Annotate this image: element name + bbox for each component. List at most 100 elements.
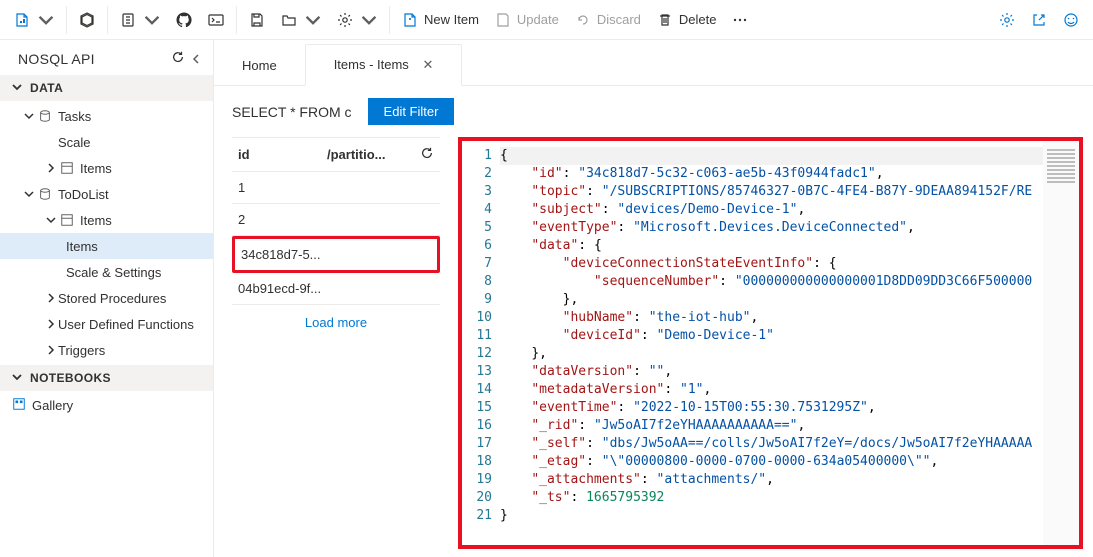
- tree-item-items[interactable]: Items: [0, 233, 213, 259]
- chevron-down-icon: [38, 12, 54, 28]
- tabs: Home Items - Items ✕: [214, 40, 1093, 86]
- item-list-header: id /partitio...: [232, 137, 440, 172]
- sidebar-refresh-button[interactable]: [171, 50, 185, 67]
- open-dropdown-button[interactable]: [273, 4, 329, 36]
- tree-label: Triggers: [58, 343, 105, 358]
- code-area[interactable]: { "id": "34c818d7-5c32-c063-ae5b-43f0944…: [500, 141, 1043, 545]
- chevron-down-icon: [12, 81, 24, 95]
- chevron-down-icon: [144, 12, 160, 28]
- tree-label: Items: [66, 239, 98, 254]
- refresh-list-button[interactable]: [420, 146, 434, 163]
- save-dropdown-button[interactable]: [241, 4, 273, 36]
- tree-label: Tasks: [58, 109, 91, 124]
- tree-label: User Defined Functions: [58, 317, 194, 332]
- tab-label: Home: [242, 58, 277, 73]
- tree-item-udf[interactable]: User Defined Functions: [0, 311, 213, 337]
- gallery-label: Gallery: [32, 398, 73, 413]
- tree-item-todolist-items[interactable]: Items: [0, 207, 213, 233]
- tree-item-triggers[interactable]: Triggers: [0, 337, 213, 363]
- tree-label: Scale & Settings: [66, 265, 161, 280]
- chevron-down-icon: [12, 371, 24, 385]
- editor-highlight: 123456789101112131415161718192021 { "id"…: [458, 137, 1083, 549]
- column-id[interactable]: id: [238, 147, 327, 162]
- main-pane: Home Items - Items ✕ SELECT * FROM c Edi…: [214, 40, 1093, 557]
- list-item[interactable]: 04b91ecd-9f...: [232, 273, 440, 305]
- settings-button[interactable]: [991, 4, 1023, 36]
- section-data[interactable]: DATA: [0, 75, 213, 101]
- database-icon: [36, 109, 54, 123]
- toolbar-divider: [389, 6, 390, 34]
- container-icon: [58, 161, 76, 175]
- notebook-dropdown-button[interactable]: [112, 4, 168, 36]
- tree: Tasks Scale Items ToDoList Items: [0, 101, 213, 365]
- delete-label: Delete: [679, 12, 717, 27]
- query-text: SELECT * FROM c: [232, 104, 352, 120]
- edit-filter-button[interactable]: Edit Filter: [368, 98, 455, 125]
- tree-item-scale-settings[interactable]: Scale & Settings: [0, 259, 213, 285]
- content-split: id /partitio... 1 2 34c818d7-5... 04b91e…: [214, 137, 1093, 557]
- sidebar: NOSQL API DATA Tasks Scale: [0, 40, 214, 557]
- tab-items[interactable]: Items - Items ✕: [305, 44, 463, 86]
- update-button[interactable]: Update: [487, 4, 567, 36]
- tree-label: Stored Procedures: [58, 291, 166, 306]
- chevron-down-icon: [22, 189, 36, 199]
- update-label: Update: [517, 12, 559, 27]
- close-icon[interactable]: ✕: [422, 57, 433, 72]
- tab-home[interactable]: Home: [214, 46, 305, 85]
- chevron-right-icon: [44, 293, 58, 303]
- discard-button[interactable]: Discard: [567, 4, 649, 36]
- tree-label: Items: [80, 213, 112, 228]
- sidebar-header: NOSQL API: [0, 40, 213, 75]
- list-item-selected[interactable]: 34c818d7-5...: [232, 236, 440, 273]
- tree-label: Items: [80, 161, 112, 176]
- toolbar-divider: [66, 6, 67, 34]
- toolbar-divider: [107, 6, 108, 34]
- section-notebooks-label: NOTEBOOKS: [30, 371, 111, 385]
- load-more-button[interactable]: Load more: [232, 305, 440, 340]
- gallery-icon: [12, 397, 26, 414]
- section-data-label: DATA: [30, 81, 63, 95]
- chevron-right-icon: [44, 345, 58, 355]
- open-external-button[interactable]: [1023, 4, 1055, 36]
- query-bar: SELECT * FROM c Edit Filter: [214, 86, 1093, 137]
- column-partition-key[interactable]: /partitio...: [327, 147, 416, 162]
- database-icon: [36, 187, 54, 201]
- minimap[interactable]: [1043, 141, 1079, 545]
- tree-item-tasks-scale[interactable]: Scale: [0, 129, 213, 155]
- terminal-button[interactable]: [200, 4, 232, 36]
- gear-dropdown-button[interactable]: [329, 4, 385, 36]
- github-button[interactable]: [168, 4, 200, 36]
- api-title: NOSQL API: [18, 51, 95, 67]
- main-toolbar: New Item Update Discard Delete: [0, 0, 1093, 40]
- gallery-item[interactable]: Gallery: [0, 391, 213, 420]
- collapse-icon[interactable]: [191, 51, 201, 67]
- section-notebooks[interactable]: NOTEBOOKS: [0, 365, 213, 391]
- tree-item-stored-procedures[interactable]: Stored Procedures: [0, 285, 213, 311]
- list-item[interactable]: 2: [232, 204, 440, 236]
- new-item-label: New Item: [424, 12, 479, 27]
- list-item[interactable]: 1: [232, 172, 440, 204]
- toolbar-divider: [236, 6, 237, 34]
- discard-label: Discard: [597, 12, 641, 27]
- new-sql-query-button[interactable]: [6, 4, 62, 36]
- line-gutter: 123456789101112131415161718192021: [462, 141, 500, 545]
- more-button[interactable]: [724, 4, 756, 36]
- tree-label: ToDoList: [58, 187, 109, 202]
- chevron-right-icon: [44, 319, 58, 329]
- feedback-button[interactable]: [1055, 4, 1087, 36]
- chevron-down-icon: [22, 111, 36, 121]
- chevron-right-icon: [44, 163, 58, 173]
- tab-label: Items - Items: [334, 57, 409, 72]
- cube-button[interactable]: [71, 4, 103, 36]
- tree-label: Scale: [58, 135, 91, 150]
- item-list: id /partitio... 1 2 34c818d7-5... 04b91e…: [232, 137, 440, 549]
- tree-item-tasks-items[interactable]: Items: [0, 155, 213, 181]
- delete-button[interactable]: Delete: [649, 4, 725, 36]
- tree-item-todolist[interactable]: ToDoList: [0, 181, 213, 207]
- chevron-down-icon: [361, 12, 377, 28]
- tree-item-tasks[interactable]: Tasks: [0, 103, 213, 129]
- chevron-down-icon: [305, 12, 321, 28]
- container-icon: [58, 213, 76, 227]
- new-item-button[interactable]: New Item: [394, 4, 487, 36]
- chevron-down-icon: [44, 215, 58, 225]
